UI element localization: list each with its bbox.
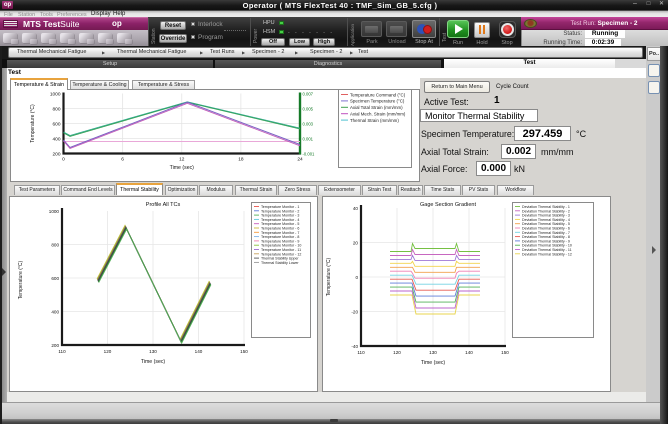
svg-text:400: 400 bbox=[52, 136, 60, 142]
svg-text:400: 400 bbox=[51, 309, 59, 314]
svg-text:Profile All TCs: Profile All TCs bbox=[146, 202, 181, 208]
svg-text:140: 140 bbox=[465, 350, 473, 355]
svg-text:Deviation Thermal Stability -: Deviation Thermal Stability - 12 bbox=[522, 252, 572, 256]
svg-text:600: 600 bbox=[51, 276, 59, 281]
svg-text:110: 110 bbox=[58, 349, 66, 354]
svg-text:110: 110 bbox=[357, 350, 365, 355]
svg-text:Temperature Command (°C): Temperature Command (°C) bbox=[350, 92, 406, 97]
svg-text:150: 150 bbox=[240, 349, 248, 354]
svg-text:40: 40 bbox=[353, 206, 359, 211]
svg-text:0.007: 0.007 bbox=[303, 91, 314, 96]
svg-text:0.001: 0.001 bbox=[303, 136, 314, 141]
svg-text:140: 140 bbox=[195, 349, 203, 354]
svg-text:600: 600 bbox=[52, 121, 60, 127]
svg-text:0: 0 bbox=[355, 275, 358, 280]
svg-text:18: 18 bbox=[238, 157, 244, 163]
svg-text:0.005: 0.005 bbox=[303, 106, 314, 111]
svg-text:0.003: 0.003 bbox=[303, 121, 314, 126]
svg-text:Time (sec): Time (sec) bbox=[141, 359, 166, 365]
svg-text:Axial Mech. Strain (mm/mm): Axial Mech. Strain (mm/mm) bbox=[350, 112, 406, 117]
svg-text:6: 6 bbox=[121, 157, 124, 163]
svg-text:Thermal Stability Lower: Thermal Stability Lower bbox=[261, 261, 299, 265]
svg-text:1000: 1000 bbox=[49, 209, 60, 214]
svg-text:-0.001: -0.001 bbox=[303, 151, 316, 156]
svg-text:20: 20 bbox=[353, 240, 359, 245]
svg-text:800: 800 bbox=[51, 242, 59, 247]
svg-text:200: 200 bbox=[51, 343, 59, 348]
svg-text:24: 24 bbox=[297, 157, 303, 163]
svg-text:Gage Section Gradient: Gage Section Gradient bbox=[420, 202, 476, 208]
svg-text:800: 800 bbox=[52, 106, 60, 112]
svg-text:Temperature (°C): Temperature (°C) bbox=[18, 260, 24, 299]
svg-text:Temperature (°C): Temperature (°C) bbox=[30, 104, 36, 143]
svg-text:Specimen Temperature (°C): Specimen Temperature (°C) bbox=[350, 99, 405, 104]
svg-text:120: 120 bbox=[104, 349, 112, 354]
svg-text:130: 130 bbox=[429, 350, 437, 355]
svg-text:-20: -20 bbox=[351, 309, 358, 314]
svg-text:Time (sec): Time (sec) bbox=[421, 360, 446, 366]
svg-text:0: 0 bbox=[62, 157, 65, 163]
svg-text:1000: 1000 bbox=[50, 91, 61, 97]
svg-text:130: 130 bbox=[149, 349, 157, 354]
svg-text:200: 200 bbox=[52, 151, 60, 157]
svg-text:120: 120 bbox=[393, 350, 401, 355]
svg-text:Axial Total Strain (mm/mm): Axial Total Strain (mm/mm) bbox=[350, 105, 403, 110]
svg-text:150: 150 bbox=[501, 350, 509, 355]
svg-text:Temperature (°C): Temperature (°C) bbox=[326, 257, 332, 296]
svg-text:Thermal Strain (mm/mm): Thermal Strain (mm/mm) bbox=[350, 118, 399, 123]
svg-text:Time (sec): Time (sec) bbox=[170, 165, 195, 171]
svg-text:12: 12 bbox=[179, 157, 185, 163]
svg-text:-40: -40 bbox=[351, 344, 358, 349]
